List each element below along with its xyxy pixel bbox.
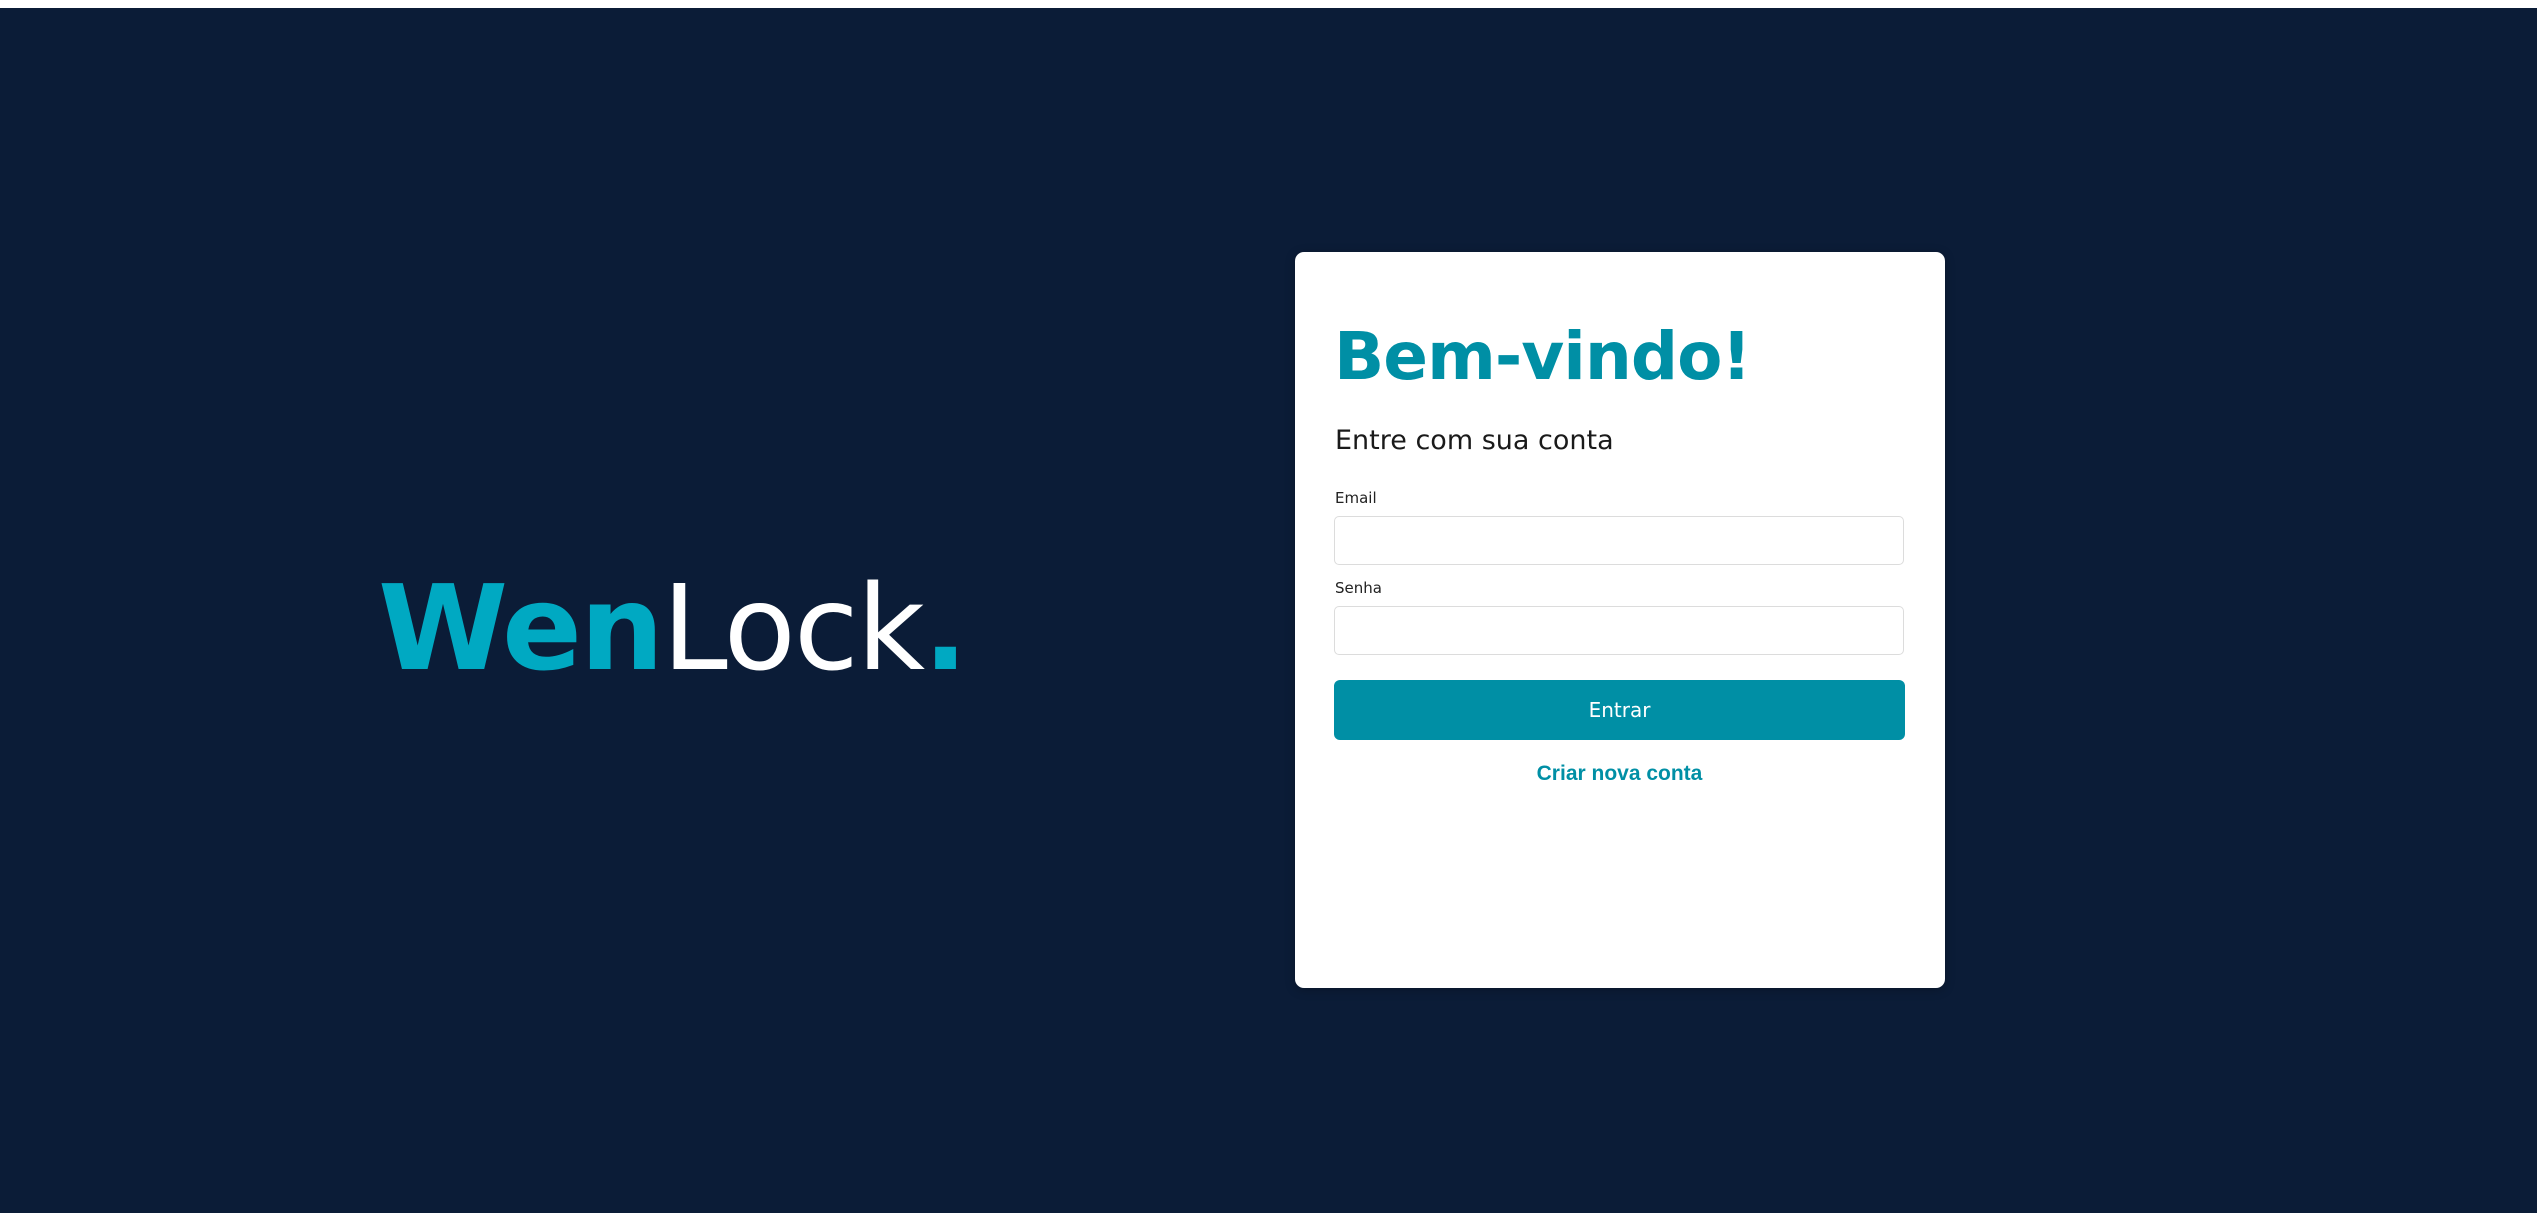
login-button[interactable]: Entrar xyxy=(1334,680,1905,740)
password-label: Senha xyxy=(1335,579,1382,597)
login-card: Bem-vindo! Entre com sua conta Email Sen… xyxy=(1295,252,1945,988)
logo-part-wen: Wen xyxy=(378,559,664,697)
wenlock-logo: WenLock. xyxy=(378,563,968,693)
password-field[interactable] xyxy=(1334,606,1904,655)
logo-part-lock: Lock xyxy=(662,559,925,697)
login-page: WenLock. Bem-vindo! Entre com sua conta … xyxy=(0,8,2537,1213)
email-label: Email xyxy=(1335,489,1377,507)
email-field[interactable] xyxy=(1334,516,1904,565)
browser-top-strip xyxy=(0,0,2537,8)
welcome-title: Bem-vindo! xyxy=(1334,318,1752,395)
login-subtitle: Entre com sua conta xyxy=(1335,425,1614,456)
logo-dot: . xyxy=(923,559,968,697)
create-account-link[interactable]: Criar nova conta xyxy=(1334,761,1905,787)
